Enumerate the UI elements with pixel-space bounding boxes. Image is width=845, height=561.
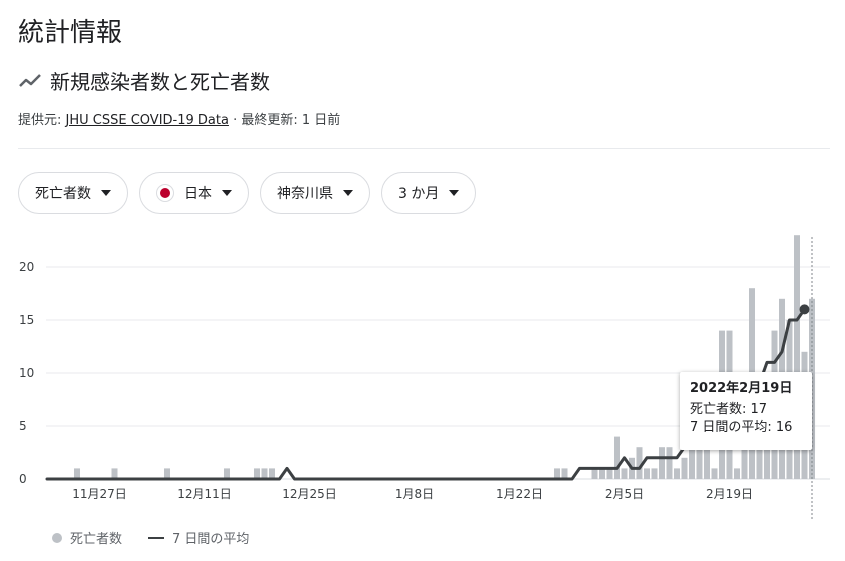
legend-bars-label: 死亡者数 [70, 532, 123, 547]
divider [18, 148, 830, 149]
bar [659, 447, 665, 479]
average-line-end-point [799, 304, 810, 315]
metric-filter-chip[interactable]: 死亡者数 [18, 172, 128, 214]
bar [681, 457, 688, 479]
bar [224, 468, 230, 479]
bar [269, 468, 275, 479]
source-separator: · [233, 113, 238, 128]
source-prefix: 提供元: [18, 113, 62, 128]
tooltip-deaths: 死亡者数: 17 [690, 402, 768, 417]
x-tick-label: 1月8日 [395, 487, 434, 501]
bar [734, 468, 740, 479]
chart-tooltip: 2022年2月19日 死亡者数: 17 7 日間の平均: 16 [680, 372, 812, 450]
japan-flag-icon [156, 184, 174, 202]
bar [561, 468, 568, 479]
y-tick-label: 0 [19, 472, 27, 486]
period-filter-chip[interactable]: 3 か月 [381, 172, 477, 214]
bar [591, 468, 598, 479]
bar [254, 468, 260, 479]
y-tick-label: 10 [19, 366, 34, 380]
region-filter-chip[interactable]: 神奈川県 [260, 172, 370, 214]
bar [261, 468, 268, 479]
bar [164, 468, 170, 479]
last-updated: 最終更新: 1 日前 [241, 113, 341, 128]
country-filter-chip[interactable]: 日本 [139, 172, 249, 214]
chevron-down-icon [222, 190, 232, 196]
x-tick-label: 2月5日 [605, 487, 644, 501]
trending-icon [19, 73, 41, 87]
y-tick-label: 15 [19, 313, 34, 327]
bar [74, 468, 80, 479]
y-tick-label: 20 [19, 260, 34, 274]
x-tick-label: 1月22日 [496, 487, 543, 501]
filter-chips: 死亡者数 日本 神奈川県 3 か月 [18, 172, 477, 214]
bar [651, 468, 658, 479]
chevron-down-icon [449, 190, 460, 196]
metric-filter-label: 死亡者数 [35, 186, 91, 202]
chevron-down-icon [343, 190, 353, 196]
bar [554, 468, 560, 479]
y-tick-label: 5 [19, 419, 27, 433]
bar [666, 447, 673, 479]
country-filter-label: 日本 [184, 186, 212, 202]
chevron-down-icon [101, 190, 111, 196]
bar [111, 468, 118, 479]
bar [621, 468, 628, 479]
bar [711, 468, 718, 479]
chart-legend: 死亡者数 7 日間の平均 [52, 528, 249, 547]
bar [599, 468, 605, 479]
page-title: 統計情報 [18, 18, 123, 48]
tooltip-average: 7 日間の平均: 16 [690, 420, 793, 435]
section-header: 新規感染者数と死亡者数 [18, 66, 270, 95]
legend-line-label: 7 日間の平均 [172, 532, 250, 547]
x-tick-label: 11月27日 [72, 487, 127, 501]
period-filter-label: 3 か月 [398, 186, 440, 202]
tooltip-date: 2022年2月19日 [690, 381, 793, 396]
legend-line-swatch [148, 536, 165, 539]
bar [644, 468, 650, 479]
x-tick-label: 12月11日 [177, 487, 232, 501]
source-line: 提供元: JHU CSSE COVID-19 Data · 最終更新: 1 日前 [18, 109, 340, 128]
bar [674, 468, 680, 479]
section-title: 新規感染者数と死亡者数 [50, 70, 270, 94]
legend-bar-swatch [52, 532, 62, 543]
region-filter-label: 神奈川県 [277, 186, 333, 202]
bar [606, 468, 613, 479]
x-tick-label: 12月25日 [282, 487, 337, 501]
source-link[interactable]: JHU CSSE COVID-19 Data [66, 113, 229, 128]
x-tick-label: 2月19日 [706, 487, 753, 501]
bar [614, 436, 620, 479]
